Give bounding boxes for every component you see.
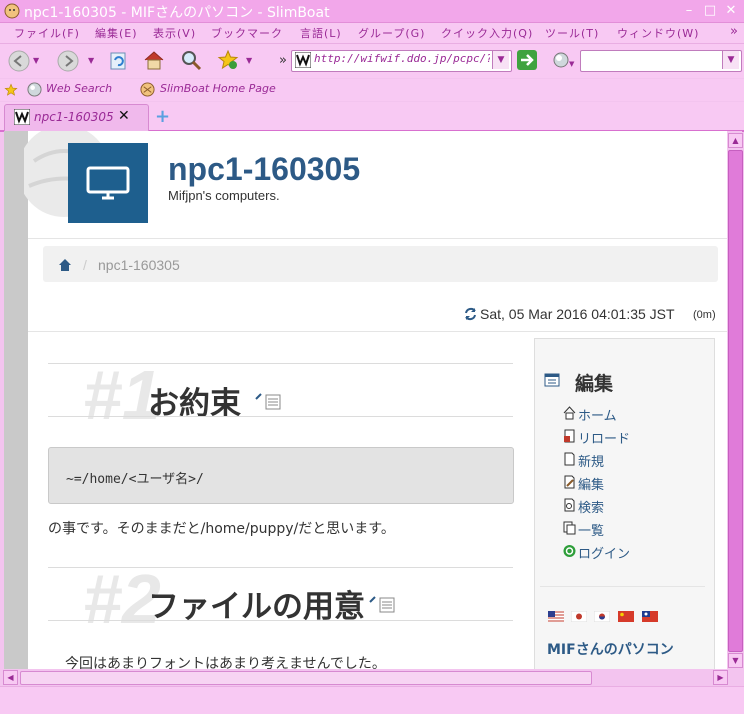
slimboat-app-icon bbox=[4, 3, 20, 19]
search-icon[interactable] bbox=[180, 49, 202, 71]
home-icon[interactable] bbox=[143, 49, 165, 71]
scroll-down-icon[interactable]: ▼ bbox=[728, 653, 743, 668]
toolbar-overflow[interactable]: » bbox=[279, 53, 287, 68]
flag-kr-icon[interactable] bbox=[594, 611, 610, 622]
search-engine-icon[interactable] bbox=[552, 51, 570, 69]
vertical-scroll-thumb[interactable] bbox=[728, 150, 743, 652]
last-modified-ago: (0m) bbox=[693, 309, 716, 321]
sidebar-heading: 編集 bbox=[575, 373, 614, 395]
horizontal-scroll-thumb[interactable] bbox=[20, 671, 592, 685]
last-modified: Sat, 05 Mar 2016 04:01:35 JST bbox=[480, 306, 675, 322]
tab-label[interactable]: npc1-160305 bbox=[34, 110, 114, 124]
sidebar-divider bbox=[540, 586, 705, 587]
meta-divider bbox=[28, 331, 727, 332]
search-page-icon bbox=[564, 498, 575, 512]
sidebar-window-icon bbox=[544, 373, 560, 387]
breadcrumb-home-icon[interactable] bbox=[58, 258, 72, 271]
edit-page-icon bbox=[564, 475, 575, 489]
menu-overflow[interactable]: » bbox=[730, 24, 739, 39]
tab-close-icon[interactable]: ✕ bbox=[118, 108, 130, 124]
login-icon bbox=[563, 545, 576, 557]
section2-bottom-rule bbox=[48, 620, 513, 621]
menu-tools[interactable]: ツール(T) bbox=[545, 25, 599, 41]
minimize-icon[interactable]: – bbox=[681, 3, 697, 19]
scroll-right-icon[interactable]: ▶ bbox=[713, 670, 728, 685]
sidebar-item-list[interactable]: 一覧 bbox=[578, 520, 604, 539]
menu-quick-input[interactable]: クイック入力(Q) bbox=[441, 25, 533, 41]
forward-icon[interactable] bbox=[57, 50, 79, 72]
maximize-icon[interactable]: □ bbox=[702, 3, 718, 19]
section2-edit-toc-icon[interactable] bbox=[368, 592, 396, 614]
menu-view[interactable]: 表示(V) bbox=[153, 25, 196, 41]
refresh-icon[interactable] bbox=[464, 307, 477, 321]
sidebar-item-new[interactable]: 新規 bbox=[578, 451, 604, 470]
breadcrumb-separator: / bbox=[83, 257, 87, 273]
back-dropdown-icon[interactable]: ▼ bbox=[33, 56, 39, 65]
url-text[interactable]: http://wifwif.ddo.jp/pcpc/?npc1-160305 bbox=[314, 52, 490, 65]
site-subtitle: Mifjpn's computers. bbox=[168, 188, 280, 203]
bookmark-web-search[interactable]: Web Search bbox=[46, 82, 112, 95]
scroll-left-icon[interactable]: ◀ bbox=[3, 670, 18, 685]
sidebar-item-search[interactable]: 検索 bbox=[578, 497, 604, 516]
flag-jp-icon[interactable] bbox=[571, 611, 587, 622]
site-favicon-icon bbox=[295, 52, 311, 68]
forward-dropdown-icon[interactable]: ▼ bbox=[88, 56, 94, 65]
close-window-icon[interactable]: ✕ bbox=[723, 3, 739, 19]
scroll-up-icon[interactable]: ▲ bbox=[728, 133, 743, 148]
bookmark-dropdown-icon[interactable]: ▼ bbox=[246, 56, 252, 65]
list-page-icon bbox=[563, 521, 576, 535]
go-arrow-icon[interactable] bbox=[517, 50, 537, 70]
flag-tw-icon[interactable] bbox=[642, 611, 658, 622]
reload-icon[interactable] bbox=[107, 50, 129, 72]
new-page-icon bbox=[564, 452, 575, 466]
status-bar bbox=[0, 686, 744, 714]
sidebar-item-edit[interactable]: 編集 bbox=[578, 474, 604, 493]
window-title: npc1-160305 - MIFさんのパソコン - SlimBoat bbox=[24, 5, 330, 21]
add-bookmark-star-icon[interactable] bbox=[217, 49, 239, 71]
home-page-icon bbox=[563, 406, 576, 420]
code-text: ~=/home/<ユーザ名>/ bbox=[66, 472, 204, 487]
tab-favicon-icon bbox=[14, 109, 30, 125]
bookmarks-star-icon[interactable] bbox=[4, 83, 18, 97]
url-dropdown-icon[interactable]: ▼ bbox=[492, 51, 509, 69]
new-tab-icon[interactable]: + bbox=[155, 106, 170, 127]
paragraph-2: 今回はあまりフォントはあまり考えませんでした。 bbox=[65, 656, 386, 669]
section1-bottom-rule bbox=[48, 416, 513, 417]
menu-window[interactable]: ウィンドウ(W) bbox=[617, 25, 699, 41]
web-search-icon bbox=[27, 82, 42, 97]
slimboat-home-icon bbox=[140, 82, 155, 97]
flag-us-icon[interactable] bbox=[548, 611, 564, 622]
sidebar-item-home[interactable]: ホーム bbox=[578, 405, 617, 424]
menu-language[interactable]: 言語(L) bbox=[300, 25, 342, 41]
web-viewport: npc1-160305 Mifjpn's computers. / npc1-1… bbox=[4, 131, 727, 669]
paragraph-1: の事です。そのままだと/home/puppy/だと思います。 bbox=[48, 521, 395, 537]
sidebar-item-reload[interactable]: リロード bbox=[578, 428, 630, 447]
breadcrumb-current: npc1-160305 bbox=[98, 257, 180, 273]
reload-page-icon bbox=[564, 429, 575, 443]
header-divider bbox=[28, 238, 727, 239]
title-bar: npc1-160305 - MIFさんのパソコン - SlimBoat – □ … bbox=[0, 0, 744, 23]
back-icon[interactable] bbox=[8, 50, 30, 72]
sidebar-footer-title[interactable]: MIFさんのパソコン bbox=[547, 639, 674, 659]
sidebar-item-login[interactable]: ログイン bbox=[578, 543, 630, 562]
search-dropdown-icon[interactable]: ▼ bbox=[722, 51, 739, 69]
menu-edit[interactable]: 編集(E) bbox=[95, 25, 138, 41]
menu-bookmarks[interactable]: ブックマーク bbox=[211, 25, 283, 41]
monitor-icon bbox=[86, 166, 130, 200]
site-title[interactable]: npc1-160305 bbox=[168, 151, 360, 188]
page-body: npc1-160305 Mifjpn's computers. / npc1-1… bbox=[24, 131, 727, 669]
menu-group[interactable]: グループ(G) bbox=[358, 25, 425, 41]
menu-file[interactable]: ファイル(F) bbox=[14, 25, 80, 41]
search-box[interactable] bbox=[580, 50, 742, 72]
bookmark-slimboat-home[interactable]: SlimBoat Home Page bbox=[160, 82, 276, 95]
search-engine-dropdown-icon[interactable]: ▼ bbox=[569, 60, 574, 68]
flag-cn-icon[interactable] bbox=[618, 611, 634, 622]
section1-edit-toc-icon[interactable] bbox=[254, 389, 282, 411]
